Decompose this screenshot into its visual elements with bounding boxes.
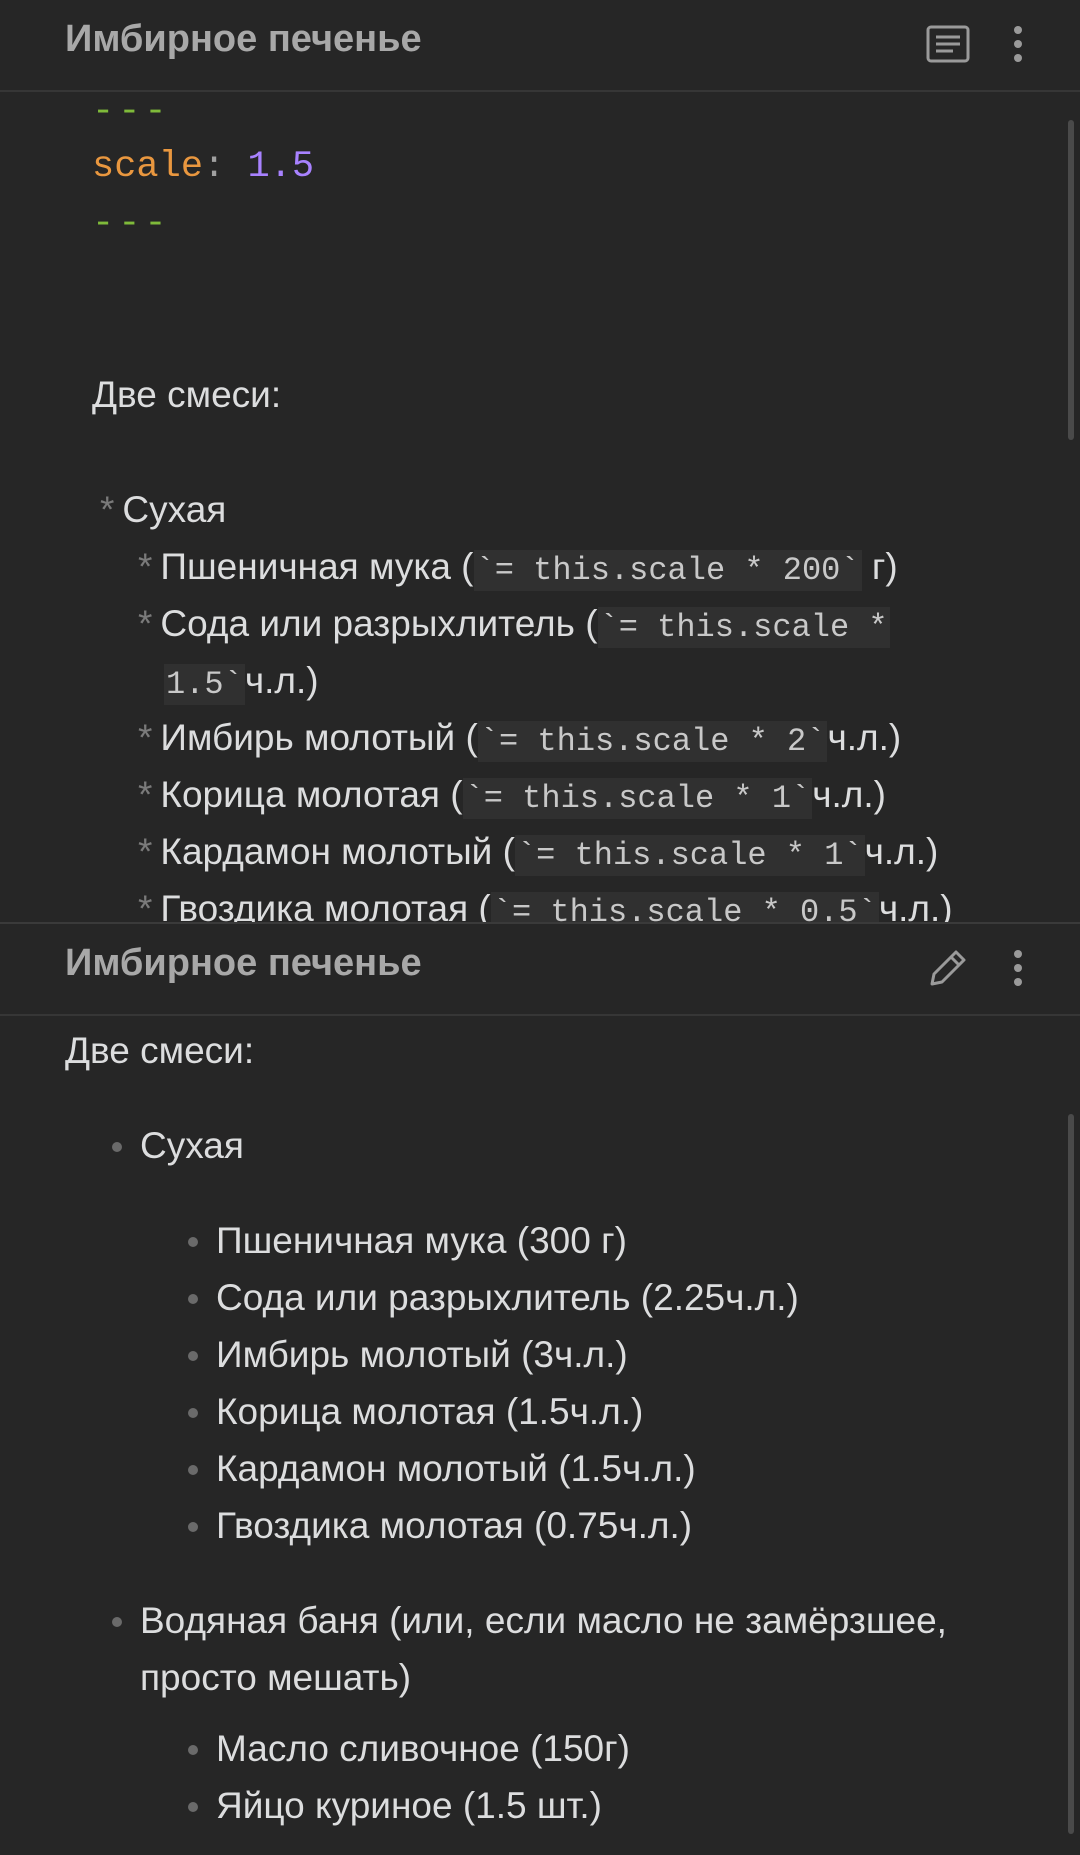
list-item: Пшеничная мука (300 г) (216, 1220, 627, 1261)
source-list-item: * Пшеничная мука (`= this.scale * 200` г) (138, 546, 898, 591)
inline-code: `= this.scale * (597, 607, 890, 648)
preview-content: Две смеси: Сухая Пшеничная мука (300 г) … (0, 1018, 1080, 1855)
list-item: Яйцо куриное (1.5 шт.) (216, 1785, 602, 1826)
edit-view-button[interactable] (920, 942, 976, 998)
source-list-item: * Гвоздика молотая (`= this.scale * 0.5`ч… (138, 881, 953, 922)
inline-code: 1.5` (164, 664, 245, 705)
pencil-icon (926, 946, 970, 995)
more-vertical-icon (1012, 24, 1024, 69)
editor-scrollbar[interactable] (1068, 120, 1074, 440)
more-options-button[interactable] (990, 18, 1046, 74)
source-list-item: * Сода или разрыхлитель (`= this.scale * (138, 603, 890, 648)
bullet (188, 1465, 198, 1475)
inline-code: `= this.scale * 0.5` (490, 892, 879, 922)
inline-code: `= this.scale * 1` (514, 835, 865, 876)
bullet (188, 1351, 198, 1361)
inline-code: `= this.scale * 200` (473, 550, 862, 591)
list-item: Гвоздика молотая (0.75ч.л.) (216, 1505, 693, 1546)
list-item: Кардамон молотый (1.5ч.л.) (216, 1448, 696, 1489)
list-item: Имбирь молотый (3ч.л.) (216, 1334, 628, 1375)
preview-header: Имбирное печенье (0, 924, 1080, 1016)
source-list-item: * Сухая (100, 489, 227, 530)
bullet (112, 1617, 122, 1627)
note-title: Имбирное печенье (65, 18, 422, 60)
list-item: Водяная баня (или, если масло не замёрзш… (140, 1600, 947, 1641)
note-title: Имбирное печенье (65, 942, 422, 984)
editor-pane[interactable]: Имбирное печенье --- scale: 1.5 --- Две … (0, 0, 1080, 922)
more-options-button[interactable] (990, 942, 1046, 998)
list-item: Масло сливочное (150г) (216, 1728, 630, 1769)
list-item: Сода или разрыхлитель (2.25ч.л.) (216, 1277, 799, 1318)
property-value: 1.5 (247, 146, 315, 188)
list-item: Корица молотая (1.5ч.л.) (216, 1391, 644, 1432)
source-list-item: * Корица молотая (`= this.scale * 1`ч.л.) (138, 774, 886, 819)
bullet (112, 1142, 122, 1152)
inline-code: `= this.scale * 1` (462, 778, 813, 819)
source-list-item: * Кардамон молотый (`= this.scale * 1`ч.л… (138, 831, 939, 876)
source-intro: Две смеси: (92, 374, 282, 415)
bullet (188, 1408, 198, 1418)
inline-code: `= this.scale * 2` (477, 721, 828, 762)
bullet (188, 1745, 198, 1755)
editor-header: Имбирное печенье (0, 0, 1080, 92)
source-list-item: * Имбирь молотый (`= this.scale * 2`ч.л.) (138, 717, 902, 762)
bullet (188, 1237, 198, 1247)
preview-intro: Две смеси: (65, 1030, 255, 1071)
list-item-wrap: просто мешать) (140, 1657, 412, 1698)
preview-pane[interactable]: Имбирное печенье Две смеси: Сухая Пшенич… (0, 922, 1080, 1855)
list-item: Сухая (140, 1125, 244, 1166)
frontmatter-open: --- (92, 91, 171, 133)
property-key: scale (92, 146, 204, 188)
reading-view-button[interactable] (920, 18, 976, 74)
source-list-item-wrap: 1.5`ч.л.) (164, 660, 319, 705)
preview-scrollbar[interactable] (1068, 1114, 1074, 1834)
bullet (188, 1522, 198, 1532)
frontmatter-property[interactable]: scale: 1.5 (92, 139, 314, 195)
property-colon: : (203, 146, 226, 188)
book-icon (925, 24, 971, 69)
bullet (188, 1294, 198, 1304)
more-vertical-icon (1012, 948, 1024, 993)
editor-content[interactable]: --- scale: 1.5 --- Две смеси: * Сухая * Пш… (0, 91, 1080, 922)
frontmatter-close: --- (92, 203, 171, 245)
bullet (188, 1802, 198, 1812)
